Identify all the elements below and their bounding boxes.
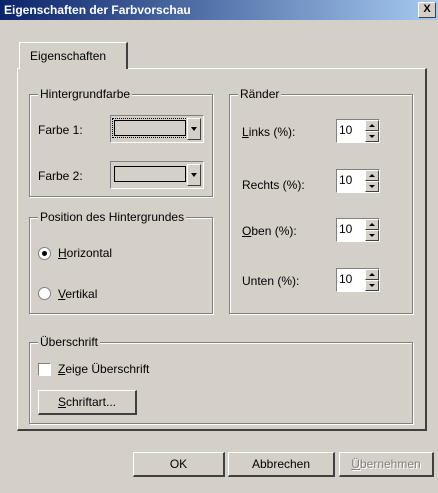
- tab-eigenschaften[interactable]: Eigenschaften: [19, 42, 128, 69]
- arrow-down-icon: [369, 234, 375, 237]
- margin-left-value[interactable]: 10: [339, 123, 352, 137]
- chevron-down-icon: [191, 173, 197, 177]
- show-heading-checkbox[interactable]: [38, 363, 51, 376]
- margin-left-up-button[interactable]: [365, 120, 379, 131]
- vertical-radio[interactable]: [38, 287, 51, 300]
- margin-right-down-button[interactable]: [365, 181, 379, 192]
- arrow-up-icon: [369, 273, 375, 276]
- margin-bottom-spinner[interactable]: 10: [336, 268, 380, 292]
- margin-top-value[interactable]: 10: [339, 222, 352, 236]
- heading-group: Überschrift Zeige Überschrift Schriftart…: [29, 335, 413, 424]
- color1-picker[interactable]: [110, 115, 204, 143]
- horizontal-radio[interactable]: [38, 247, 51, 260]
- margin-left-label: Links (%):: [242, 125, 296, 139]
- margin-left-down-button[interactable]: [365, 131, 379, 142]
- margin-right-value[interactable]: 10: [339, 173, 352, 187]
- margins-group: Ränder Links (%): 10 Rechts (%): 10 Oben…: [229, 87, 413, 314]
- margin-left-spinner[interactable]: 10: [336, 119, 380, 143]
- margin-top-up-button[interactable]: [365, 219, 379, 230]
- margin-bottom-value[interactable]: 10: [339, 272, 352, 286]
- margin-bottom-up-button[interactable]: [365, 269, 379, 280]
- arrow-up-icon: [369, 174, 375, 177]
- arrow-down-icon: [369, 135, 375, 138]
- margin-right-spinner[interactable]: 10: [336, 169, 380, 193]
- font-button[interactable]: Schriftart...: [38, 390, 137, 415]
- arrow-down-icon: [369, 284, 375, 287]
- tab-panel: Hintergrundfarbe Farbe 1: Farbe 2: Posit…: [17, 68, 427, 431]
- ok-button[interactable]: OK: [133, 452, 225, 477]
- margin-bottom-label: Unten (%):: [242, 274, 300, 288]
- cancel-button[interactable]: Abbrechen: [228, 452, 335, 477]
- show-heading-label[interactable]: Zeige Überschrift: [58, 362, 149, 376]
- margin-top-spinner[interactable]: 10: [336, 218, 380, 242]
- position-legend: Position des Hintergrundes: [38, 210, 187, 224]
- margin-bottom-down-button[interactable]: [365, 280, 379, 291]
- window-title: Eigenschaften der Farbvorschau: [4, 3, 191, 17]
- margins-legend: Ränder: [238, 87, 282, 101]
- arrow-down-icon: [369, 185, 375, 188]
- heading-legend: Überschrift: [38, 335, 101, 349]
- position-group: Position des Hintergrundes Horizontal Ve…: [29, 210, 213, 314]
- color2-label: Farbe 2:: [38, 169, 83, 183]
- vertical-label[interactable]: Vertikal: [58, 287, 97, 301]
- color2-dropdown-button[interactable]: [187, 164, 201, 186]
- margin-top-down-button[interactable]: [365, 230, 379, 241]
- color2-swatch: [114, 166, 186, 182]
- apply-button[interactable]: Übernehmen: [339, 452, 434, 477]
- close-button[interactable]: X: [418, 2, 436, 18]
- color1-label: Farbe 1:: [38, 123, 83, 137]
- background-color-group: Hintergrundfarbe Farbe 1: Farbe 2:: [29, 87, 213, 197]
- color2-picker[interactable]: [110, 161, 204, 189]
- title-bar: Eigenschaften der Farbvorschau X: [0, 0, 438, 20]
- color1-swatch: [112, 118, 188, 138]
- chevron-down-icon: [191, 127, 197, 131]
- horizontal-label[interactable]: Horizontal: [58, 246, 112, 260]
- arrow-up-icon: [369, 223, 375, 226]
- margin-top-label: Oben (%):: [242, 224, 297, 238]
- close-icon: X: [423, 3, 431, 15]
- arrow-up-icon: [369, 124, 375, 127]
- margin-right-up-button[interactable]: [365, 170, 379, 181]
- background-color-legend: Hintergrundfarbe: [38, 87, 133, 101]
- color1-dropdown-button[interactable]: [187, 118, 201, 140]
- margin-right-label: Rechts (%):: [242, 178, 305, 192]
- tab-label: Eigenschaften: [30, 49, 107, 63]
